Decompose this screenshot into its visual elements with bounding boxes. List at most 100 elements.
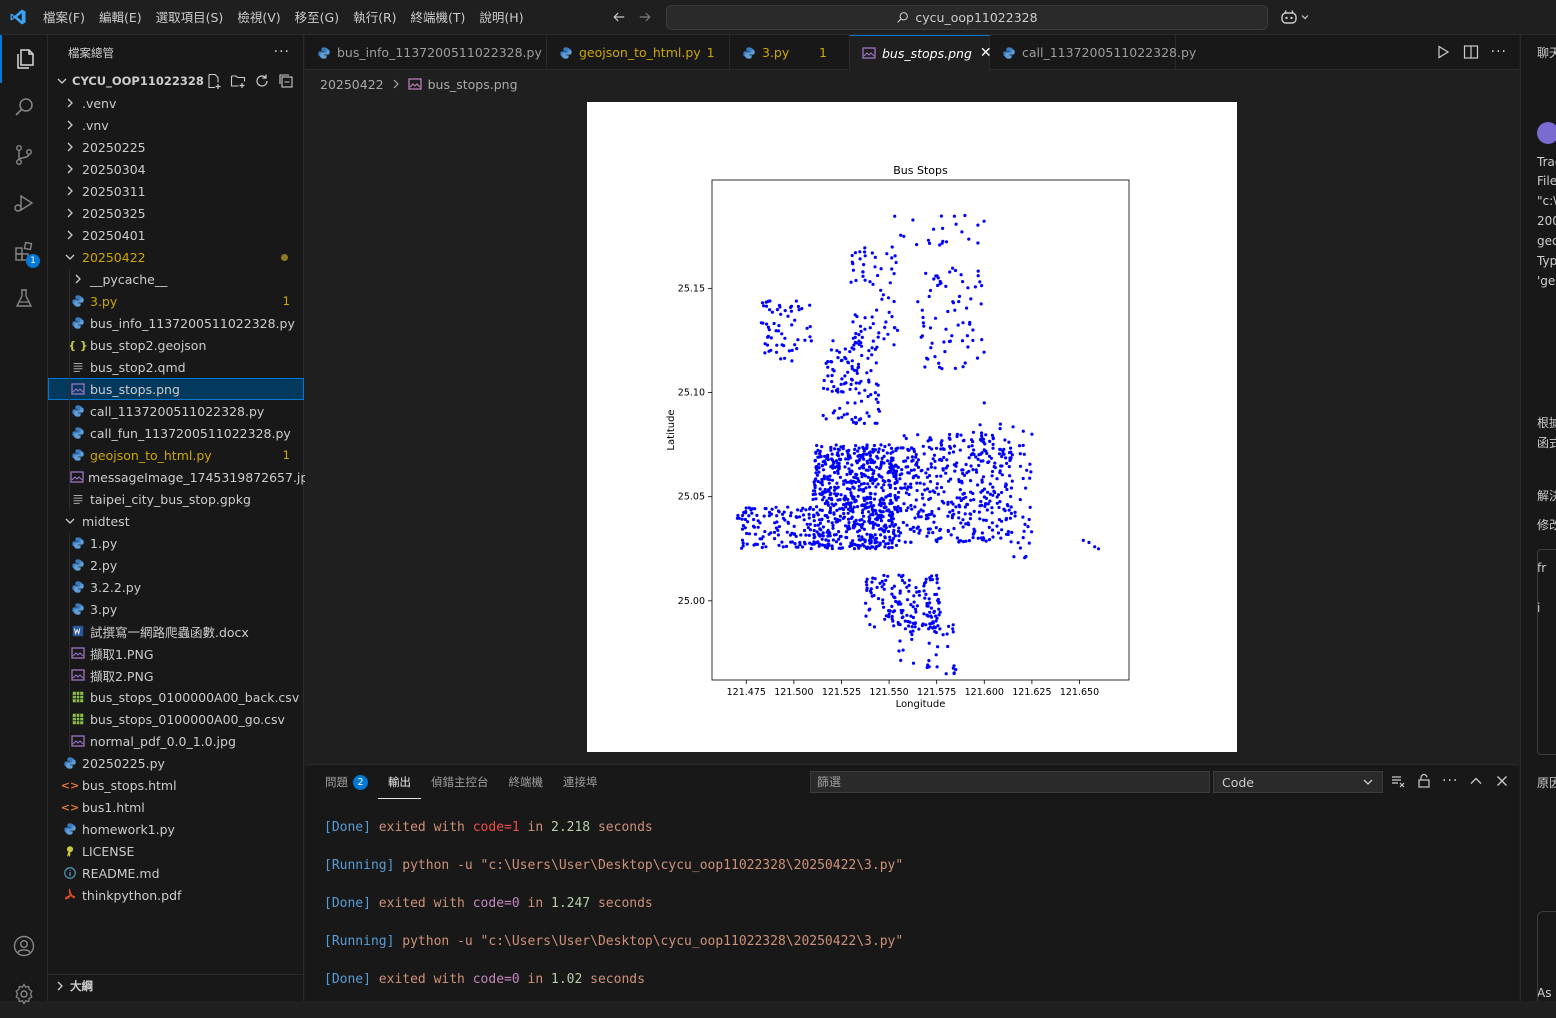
tree-folder[interactable]: 20250311: [48, 180, 304, 202]
tree-file[interactable]: 1.py: [48, 532, 304, 554]
tree-folder[interactable]: .venv: [48, 92, 304, 114]
bus-stop-point: [965, 502, 969, 506]
tree-file[interactable]: taipei_city_bus_stop.gpkg: [48, 488, 304, 510]
bus-stop-point: [829, 445, 833, 449]
outline-section-header[interactable]: 大綱: [48, 974, 304, 996]
chat-input-box[interactable]: [1537, 911, 1556, 1001]
tree-file[interactable]: homework1.py: [48, 818, 304, 840]
clear-output-icon[interactable]: [1390, 773, 1406, 789]
tree-folder[interactable]: 20250225: [48, 136, 304, 158]
tree-file[interactable]: messageImage_1745319872657.jpg: [48, 466, 316, 488]
search-icon[interactable]: [0, 83, 48, 131]
extensions-icon[interactable]: 1: [0, 227, 48, 275]
panel-tab[interactable]: 連接埠: [553, 765, 608, 799]
tree-file[interactable]: bus_stops.png: [48, 378, 304, 400]
split-editor-icon[interactable]: [1463, 44, 1479, 60]
tree-file[interactable]: bus_stop2.qmd: [48, 356, 304, 378]
run-icon[interactable]: [1435, 44, 1451, 60]
license-file-icon: [62, 843, 78, 859]
tree-file[interactable]: call_fun_1137200511022328.py: [48, 422, 304, 444]
testing-flask-icon[interactable]: [0, 275, 48, 323]
menu-item-6[interactable]: 終端機(T): [404, 0, 473, 35]
tree-file[interactable]: 擷取1.PNG: [48, 642, 304, 664]
more-actions-icon[interactable]: ···: [1491, 44, 1507, 60]
explorer-icon[interactable]: [0, 35, 48, 83]
run-debug-icon[interactable]: [0, 179, 48, 227]
menu-item-0[interactable]: 檔案(F): [36, 0, 92, 35]
copilot-menu-button[interactable]: [1280, 8, 1312, 26]
tree-file[interactable]: <> bus_stops.html: [48, 774, 304, 796]
refresh-icon[interactable]: [254, 73, 270, 89]
panel-tab[interactable]: 問題 2: [315, 765, 378, 799]
output-channel-select[interactable]: Code: [1213, 771, 1383, 793]
tree-file[interactable]: 20250225.py: [48, 752, 304, 774]
tree-item-label: 2.py: [90, 557, 118, 573]
tree-file[interactable]: 3.py: [48, 598, 304, 620]
menu-item-2[interactable]: 選取項目(S): [149, 0, 231, 35]
bus-stop-point: [876, 393, 880, 397]
bus-stop-point: [913, 505, 917, 509]
tree-file[interactable]: README.md: [48, 862, 304, 884]
menu-item-1[interactable]: 編輯(E): [92, 0, 149, 35]
editor-tab[interactable]: call_1137200511022328.py: [990, 35, 1196, 70]
bus-stop-point: [854, 387, 858, 391]
tree-file[interactable]: { } bus_stop2.geojson: [48, 334, 304, 356]
more-actions-button[interactable]: ···: [274, 44, 290, 60]
editor-tab[interactable]: bus_info_1137200511022328.py: [305, 35, 547, 70]
tree-folder[interactable]: 20250422: [48, 246, 304, 268]
forward-arrow-icon[interactable]: [636, 8, 654, 26]
command-center-search[interactable]: cycu_oop11022328: [666, 5, 1268, 30]
lock-scroll-icon[interactable]: [1416, 773, 1432, 789]
breadcrumb-file[interactable]: bus_stops.png: [428, 77, 518, 92]
bus-stop-point: [855, 371, 859, 375]
tree-file[interactable]: normal_pdf_0.0_1.0.jpg: [48, 730, 304, 752]
tree-file[interactable]: call_1137200511022328.py: [48, 400, 304, 422]
chevron-right-icon: [62, 117, 78, 133]
close-panel-icon[interactable]: [1494, 773, 1510, 789]
tree-folder[interactable]: __pycache__: [48, 268, 304, 290]
breadcrumb-folder[interactable]: 20250422: [320, 77, 384, 92]
tree-file[interactable]: <> bus1.html: [48, 796, 304, 818]
workspace-root[interactable]: CYCU_OOP11022328: [48, 70, 304, 92]
settings-gear-icon[interactable]: [0, 970, 48, 1018]
maximize-panel-icon[interactable]: [1468, 773, 1484, 789]
more-actions-icon[interactable]: ···: [1442, 773, 1458, 789]
collapse-all-icon[interactable]: [278, 73, 294, 89]
tree-folder[interactable]: .vnv: [48, 114, 304, 136]
tree-file[interactable]: 3.2.2.py: [48, 576, 304, 598]
source-control-icon[interactable]: [0, 131, 48, 179]
tree-file[interactable]: 2.py: [48, 554, 304, 576]
tree-folder[interactable]: 20250325: [48, 202, 304, 224]
tree-file[interactable]: geojson_to_html.py 1: [48, 444, 304, 466]
menu-item-7[interactable]: 說明(H): [472, 0, 530, 35]
editor-tab[interactable]: geojson_to_html.py 1: [547, 35, 730, 70]
output-filter-input[interactable]: [810, 771, 1210, 793]
tree-file[interactable]: bus_stops_0100000A00_back.csv: [48, 686, 304, 708]
panel-tab[interactable]: 終端機: [499, 765, 554, 799]
tree-file[interactable]: 試撰寫一網路爬蟲函數.docx: [48, 620, 304, 642]
tree-file[interactable]: LICENSE: [48, 840, 304, 862]
editor-tab[interactable]: bus_stops.png ✕: [850, 35, 992, 70]
accounts-icon[interactable]: [0, 922, 48, 970]
menu-item-4[interactable]: 移至(G): [288, 0, 346, 35]
menu-item-3[interactable]: 檢視(V): [230, 0, 287, 35]
tree-file[interactable]: 3.py 1: [48, 290, 304, 312]
new-file-icon[interactable]: [206, 73, 222, 89]
new-folder-icon[interactable]: [230, 73, 246, 89]
tree-folder[interactable]: midtest: [48, 510, 304, 532]
bus-stop-point: [977, 453, 981, 457]
tree-file[interactable]: thinkpython.pdf: [48, 884, 304, 906]
menu-item-5[interactable]: 執行(R): [346, 0, 403, 35]
bus-stop-point: [944, 240, 949, 244]
tree-folder[interactable]: 20250304: [48, 158, 304, 180]
back-arrow-icon[interactable]: [610, 8, 628, 26]
editor-tab[interactable]: 3.py 1: [730, 35, 850, 70]
panel-tab[interactable]: 偵錯主控台: [421, 765, 499, 799]
bus-stop-point: [805, 522, 809, 526]
tree-file[interactable]: 擷取2.PNG: [48, 664, 304, 686]
tree-folder[interactable]: 20250401: [48, 224, 304, 246]
bus-stop-point: [903, 486, 907, 490]
panel-tab[interactable]: 輸出: [378, 765, 421, 799]
tree-file[interactable]: bus_stops_0100000A00_go.csv: [48, 708, 304, 730]
tree-file[interactable]: bus_info_1137200511022328.py: [48, 312, 304, 334]
